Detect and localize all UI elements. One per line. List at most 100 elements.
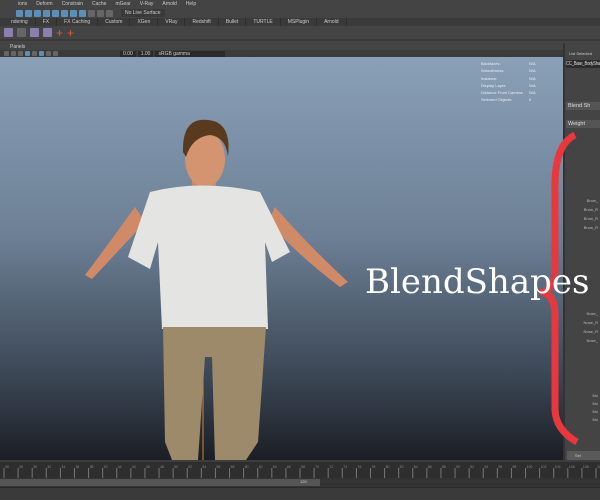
hud: Backfaces: N/A Smoothness: N/A Instance: N/A D…	[481, 60, 536, 104]
shelf-tab[interactable]: Bullet	[219, 18, 247, 26]
viewport[interactable]: Backfaces: N/A Smoothness: N/A Instance: N/A D…	[0, 57, 563, 460]
shelf-tabs: ndering FX FX Caching Custom XGen VRay Redshif…	[0, 18, 600, 26]
hud-label: Display Layer:	[481, 82, 507, 88]
wireframe-icon[interactable]	[18, 51, 23, 56]
blendshape-target[interactable]: Brow_R	[584, 216, 598, 221]
history-icon[interactable]	[88, 9, 95, 17]
render-icon[interactable]	[97, 9, 104, 17]
timeline[interactable]: 26 28 30 32 34 36 38 40 42 44 46 48 50 52 54 56 58 60 62 64…	[0, 460, 600, 478]
blendshape-target[interactable]: Brow_	[587, 198, 598, 203]
view-toolbar: 0.00 1.00 sRGB gamma	[0, 50, 563, 57]
timeline-tick-label: 40	[104, 465, 108, 469]
tab-selected[interactable]: Selected	[576, 51, 592, 56]
timeline-tick-label: 60	[245, 465, 249, 469]
panel-menu: Panels	[0, 43, 563, 50]
exposure-field[interactable]: 0.00	[120, 50, 136, 57]
texture-icon[interactable]	[32, 51, 37, 56]
shelf-tab[interactable]: VRay	[158, 18, 186, 26]
shaded-icon[interactable]	[25, 51, 30, 56]
timeline-tick-label: 44	[132, 465, 136, 469]
blendshape-target[interactable]: Nose_	[586, 311, 598, 316]
command-line[interactable]	[0, 487, 600, 500]
render-icon[interactable]	[106, 9, 113, 17]
blendshape-target[interactable]: Brow_R	[584, 225, 598, 230]
grid-icon[interactable]	[11, 51, 16, 56]
timeline-tick-label: 82	[400, 465, 404, 469]
blendshape-target[interactable]: Nose_R	[584, 320, 598, 325]
tool-icon[interactable]	[17, 28, 26, 37]
shelf-tab[interactable]: Arnold	[317, 18, 347, 26]
shelf-tab[interactable]: FX	[36, 18, 58, 26]
blendshape-target[interactable]: Mo	[592, 417, 598, 422]
hud-row: Selected Objects: 0	[481, 96, 531, 103]
shelf-tab[interactable]: MSPlugin	[281, 18, 318, 26]
gamma-field[interactable]: 1.00	[137, 50, 154, 57]
blendshape-target[interactable]: Mo	[592, 409, 598, 414]
timeline-tick-label: 58	[231, 465, 235, 469]
blendshape-target[interactable]: Mo	[592, 393, 598, 398]
menu-item[interactable]: ions	[18, 1, 27, 7]
select-tool-icon[interactable]	[16, 9, 23, 17]
snap-icon[interactable]	[70, 9, 77, 17]
menu-item[interactable]: V-Ray	[140, 1, 154, 7]
snap-icon[interactable]	[43, 9, 50, 17]
joint-icon[interactable]: +	[56, 26, 63, 40]
timeline-tick-label: 50	[174, 465, 178, 469]
menu-item[interactable]: Arnold	[162, 1, 176, 7]
weight-section[interactable]: Weight	[566, 120, 600, 128]
blendshape-target[interactable]: Mo	[592, 401, 598, 406]
tool-icon[interactable]	[43, 28, 52, 37]
timeline-tick-label: 34	[61, 465, 65, 469]
live-surface-field[interactable]: No Live Surface	[121, 9, 165, 17]
shelf-tab[interactable]: ndering	[4, 18, 36, 26]
blend-shape-section[interactable]: Blend Sh	[566, 102, 600, 110]
hud-row: Backfaces: N/A	[481, 60, 536, 67]
tool-icon[interactable]	[4, 28, 13, 37]
tool-icon[interactable]	[30, 28, 39, 37]
timeline-tick-label: 30	[33, 465, 37, 469]
menu-item[interactable]: Help	[186, 1, 196, 7]
timeline-tick-label: 36	[75, 465, 79, 469]
hud-value: N/A	[529, 90, 536, 96]
hud-row: Display Layer: N/A	[481, 82, 536, 89]
hud-label: Smoothness:	[481, 68, 505, 74]
panels-menu[interactable]: Panels	[10, 44, 25, 50]
hud-label: Selected Objects:	[481, 97, 513, 103]
timeline-tick-label: 78	[371, 465, 375, 469]
menu-item[interactable]: Deform	[36, 1, 52, 7]
shelf-tab[interactable]: FX Caching	[57, 18, 99, 26]
shelf-tab[interactable]: Custom	[98, 18, 131, 26]
light-icon[interactable]	[39, 51, 44, 56]
blendshape-target[interactable]: Nose_R	[584, 329, 598, 334]
color-space-select[interactable]: sRGB gamma	[155, 50, 226, 57]
timeline-tick-label: 102	[541, 465, 547, 469]
range-slider[interactable]: 120	[0, 478, 600, 487]
snap-icon[interactable]	[61, 9, 68, 17]
shelf-tab[interactable]: XGen	[130, 18, 159, 26]
tab-list[interactable]: List	[569, 51, 575, 56]
shadow-icon[interactable]	[46, 51, 51, 56]
menu-item[interactable]: Cache	[92, 1, 106, 7]
joint-icon[interactable]: +	[67, 26, 74, 40]
menu-item[interactable]: Constrain	[62, 1, 83, 7]
blendshapes-label: BlendShapes	[365, 262, 590, 302]
timeline-tick-label: 76	[357, 465, 361, 469]
blendshape-target[interactable]: Nose_	[586, 338, 598, 343]
hud-row: Distance From Camera: N/A	[481, 89, 536, 96]
menu-item[interactable]: mGear	[115, 1, 130, 7]
timeline-tick-label: 48	[160, 465, 164, 469]
node-name[interactable]: CC_Base_BodySha	[566, 60, 600, 68]
blendshape-target[interactable]: Brow_R	[584, 207, 598, 212]
snap-icon[interactable]	[52, 9, 59, 17]
paint-select-icon[interactable]	[34, 9, 41, 17]
character-model	[85, 119, 348, 460]
lasso-icon[interactable]	[25, 9, 32, 17]
snap-icon[interactable]	[79, 9, 86, 17]
select-button[interactable]: Sel	[567, 451, 600, 460]
isolate-icon[interactable]	[53, 51, 58, 56]
shelf-tab[interactable]: Redshift	[185, 18, 219, 26]
camera-icon[interactable]	[4, 51, 9, 56]
hud-value: N/A	[529, 82, 536, 88]
shelf-tab[interactable]: TURTLE	[246, 18, 281, 26]
timeline-tick-label: 68	[301, 465, 305, 469]
